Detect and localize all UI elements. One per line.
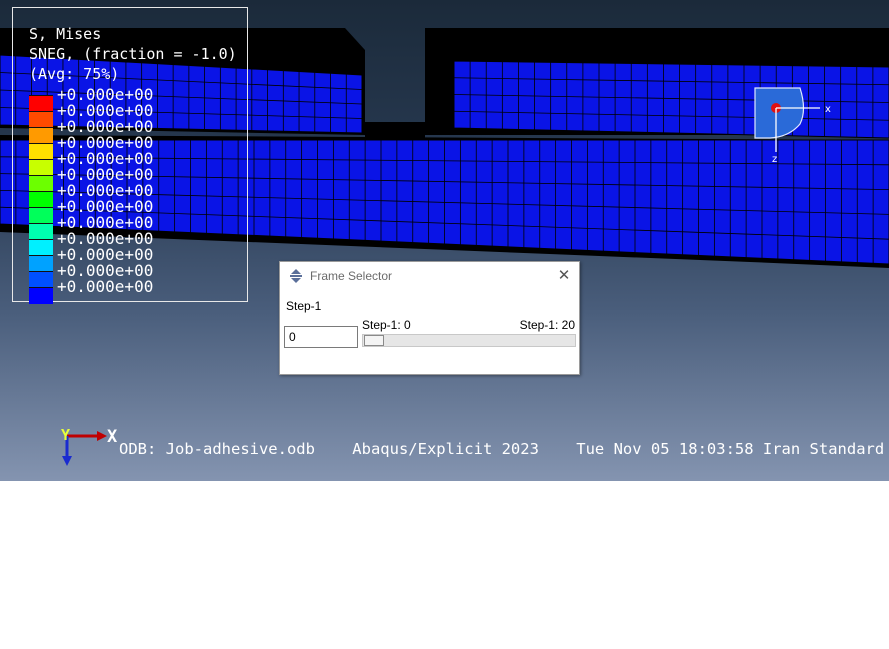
legend-swatch [29,111,53,128]
contour-legend: S, Mises SNEG, (fraction = -1.0) (Avg: 7… [12,7,248,304]
frame-selector-icon [290,269,302,283]
odb-info-line: ODB: Job-adhesive.odb Abaqus/Explicit 20… [119,440,889,458]
frame-slider-thumb[interactable] [364,335,384,346]
close-button[interactable]: ✕ [549,262,579,290]
csys-marker: x z [754,87,831,165]
legend-title: S, Mises [29,25,102,43]
dialog-title: Frame Selector [310,269,393,283]
legend-swatch [29,255,53,272]
legend-swatch [29,159,53,176]
legend-swatch [29,175,53,192]
legend-swatch [29,239,53,256]
legend-swatch [29,223,53,240]
legend-swatch [29,271,53,288]
step-info-line: Step: Step-1 [119,497,231,515]
frame-number-input[interactable] [284,326,358,348]
slider-max-label: Step-1: 20 [519,318,575,332]
legend-swatch [29,191,53,208]
dialog-titlebar[interactable]: Frame Selector ✕ [280,262,579,290]
legend-swatch [29,207,53,224]
legend-swatch [29,95,53,112]
frame-selector-dialog[interactable]: Frame Selector ✕ Step-1 Step-1: 0 Step-1… [279,261,580,375]
csys-x-label: x [825,104,831,115]
legend-sneg: SNEG, (fraction = -1.0) [29,45,237,63]
csys-z-label: z [772,154,777,165]
increment-info-line: Increment 0: Step Time = 0.0 [119,554,427,572]
legend-swatch [29,143,53,160]
triad-y-label: Y [61,426,70,444]
step-name-label: Step-1 [286,299,322,313]
frame-slider[interactable] [362,334,576,347]
view-triad: Y X [61,426,118,466]
legend-avg: (Avg: 75%) [29,65,120,83]
slider-min-label: Step-1: 0 [362,318,411,332]
viewport-info: ODB: Job-adhesive.odb Abaqus/Explicit 20… [119,402,889,649]
legend-swatch [29,127,53,144]
legend-value: +0.000e+00 [57,277,154,296]
primary-var-line: Primary Var: S, Mises [119,611,315,629]
triad-x-label: X [107,427,118,447]
legend-swatch [29,287,53,304]
